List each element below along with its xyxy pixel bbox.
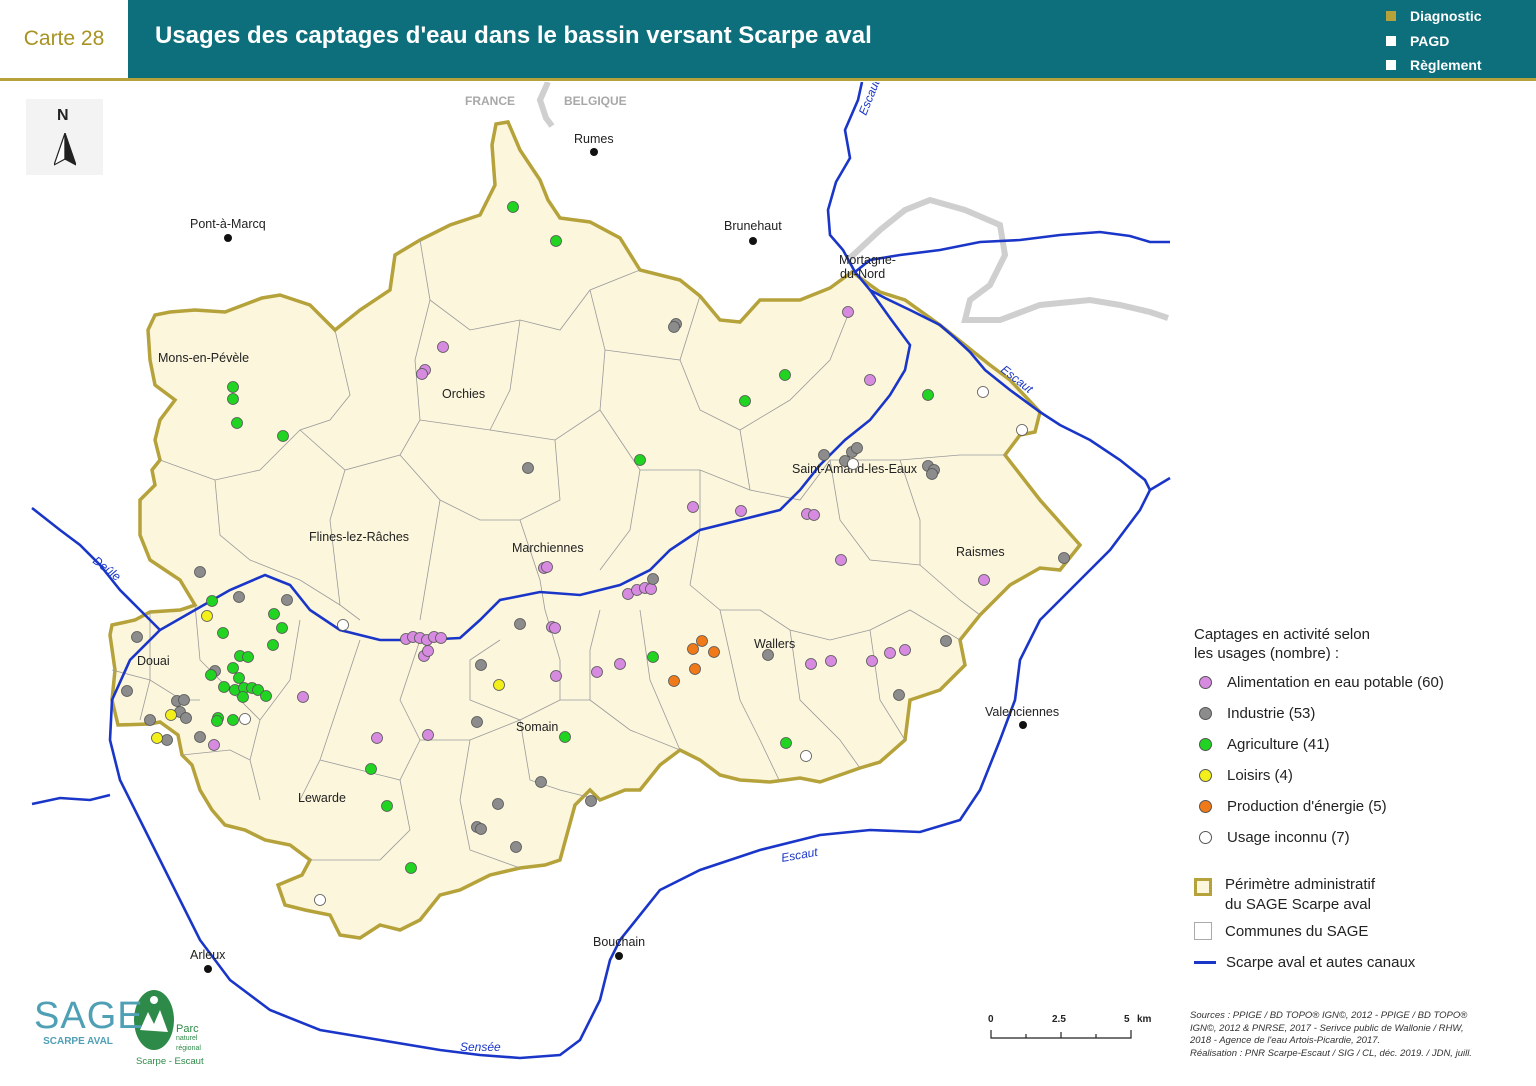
town-label: Orchies — [442, 387, 485, 401]
town-label: Bouchain — [593, 935, 645, 949]
legend-item-perimetre: Périmètre administratif du SAGE Scarpe av… — [1194, 876, 1375, 913]
legend-label: Alimentation en eau potable (60) — [1227, 674, 1444, 691]
header-rule — [0, 78, 1536, 81]
parc-logo-line: Parc — [176, 1023, 199, 1035]
waterway-line-icon — [1194, 961, 1216, 964]
phase-square-icon — [1386, 35, 1396, 46]
legend-label: Loisirs (4) — [1227, 767, 1293, 784]
legend-dot-icon — [1199, 738, 1212, 751]
phase-label: Diagnostic — [1410, 8, 1482, 25]
scale-unit: km — [1137, 1014, 1152, 1025]
town-label: Raismes — [956, 545, 1005, 559]
river-label-sensee: Sensée — [460, 1040, 501, 1054]
phase-square-icon — [1386, 60, 1396, 71]
legend-label: Industrie (53) — [1227, 705, 1316, 722]
legend-label: Production d'énergie (5) — [1227, 798, 1387, 815]
sources-line: IGN©, 2012 & PNRSE, 2017 - Serivce publi… — [1190, 1022, 1464, 1034]
phase-diagnostic: Diagnostic — [1386, 4, 1482, 29]
town-label: du-Nord — [840, 267, 885, 281]
town-label: Rumes — [574, 132, 614, 146]
legend-dot-icon — [1199, 707, 1212, 720]
perimeter-swatch-icon — [1194, 878, 1212, 896]
river-label-deule: Deûle — [90, 553, 124, 584]
legend-item-energie: Production d'énergie (5) — [1194, 798, 1387, 815]
town-label: Mortagne- — [839, 253, 896, 267]
legend-title: les usages (nombre) : — [1194, 645, 1340, 662]
national-border — [536, 82, 555, 128]
legend-label: Agriculture (41) — [1227, 736, 1330, 753]
legend-dot-icon — [1199, 831, 1212, 844]
legend-item-agriculture: Agriculture (41) — [1194, 736, 1330, 753]
parc-logo-text: Parc naturel régional — [176, 1024, 201, 1054]
town-label: Mons-en-Pévèle — [158, 351, 249, 365]
legend-item-eau-potable: Alimentation en eau potable (60) — [1194, 674, 1444, 691]
town-label: Lewarde — [298, 791, 346, 805]
river-label-escaut-south: Escaut — [780, 845, 819, 865]
town-label: Valenciennes — [985, 705, 1059, 719]
phase-square-icon — [1386, 11, 1396, 22]
north-arrow-icon — [54, 133, 76, 166]
legend-label: Usage inconnu (7) — [1227, 829, 1350, 846]
sources-line: 2018 - Agence de l'eau Artois-Picardie, … — [1190, 1035, 1381, 1046]
commune-swatch-icon — [1194, 922, 1212, 940]
legend-dot-icon — [1199, 800, 1212, 813]
legend-dot-icon — [1199, 769, 1212, 782]
scale-tick-label: 5 — [1124, 1014, 1130, 1025]
parc-logo-line: naturel — [176, 1035, 198, 1042]
legend-item-communes: Communes du SAGE — [1194, 922, 1368, 940]
parc-logo-bottom: Scarpe - Escaut — [136, 1056, 204, 1067]
legend-title: Captages en activité selon — [1194, 626, 1370, 643]
town-label: Wallers — [754, 637, 795, 651]
parc-logo-line: régional — [176, 1045, 201, 1052]
legend-label: du SAGE Scarpe aval — [1225, 896, 1371, 913]
phase-pagd: PAGD — [1386, 29, 1482, 54]
country-label-france: FRANCE — [465, 94, 515, 108]
map-number: Carte 28 — [0, 0, 128, 78]
legend: Captages en activité selon les usages (n… — [1194, 625, 1444, 971]
legend-label: Communes du SAGE — [1225, 922, 1369, 940]
legend-label: Périmètre administratif — [1225, 876, 1376, 893]
legend-item-inconnu: Usage inconnu (7) — [1194, 829, 1350, 846]
town-label: Flines-lez-Râches — [309, 530, 409, 544]
legend-item-loisirs: Loisirs (4) — [1194, 767, 1293, 784]
sources-note: Sources : PPIGE / BD TOPO® IGN©, 2012 - … — [1190, 1010, 1520, 1070]
phase-reglement: Règlement — [1386, 53, 1482, 78]
legend-dot-icon — [1199, 676, 1212, 689]
town-label: Marchiennes — [512, 541, 584, 555]
legend-item-industrie: Industrie (53) — [1194, 705, 1315, 722]
sage-logo: SAGE SCARPE AVAL — [34, 995, 144, 1047]
legend-label: Scarpe aval et autes canaux — [1226, 954, 1416, 971]
sage-logo-word: SAGE — [34, 995, 144, 1037]
town-label: Pont-à-Marcq — [190, 217, 266, 231]
phase-label: Règlement — [1410, 57, 1482, 74]
sage-logo-sub: SCARPE AVAL — [43, 1036, 113, 1047]
north-arrow: N — [26, 99, 103, 175]
sources-line: Réalisation : PNR Scarpe-Escaut / SIG / … — [1190, 1047, 1472, 1059]
scale-tick-label: 2.5 — [1052, 1014, 1066, 1025]
phase-label: PAGD — [1410, 32, 1450, 49]
phase-list: Diagnostic PAGD Règlement — [1386, 4, 1482, 78]
country-label-belgique: BELGIQUE — [564, 94, 627, 108]
sources-line: Sources : PPIGE / BD TOPO® IGN©, 2012 - … — [1190, 1010, 1468, 1021]
town-label: Arleux — [190, 948, 226, 962]
town-label: Douai — [137, 654, 170, 668]
legend-item-canaux: Scarpe aval et autes canaux — [1194, 954, 1415, 971]
page-title: Usages des captages d'eau dans le bassin… — [155, 22, 872, 49]
town-label: Somain — [516, 720, 558, 734]
scale-tick-label: 0 — [988, 1014, 994, 1025]
town-label: Brunehaut — [724, 219, 782, 233]
sage-perimeter — [108, 120, 1083, 940]
scale-bar — [990, 1030, 1132, 1039]
north-label: N — [57, 107, 69, 124]
